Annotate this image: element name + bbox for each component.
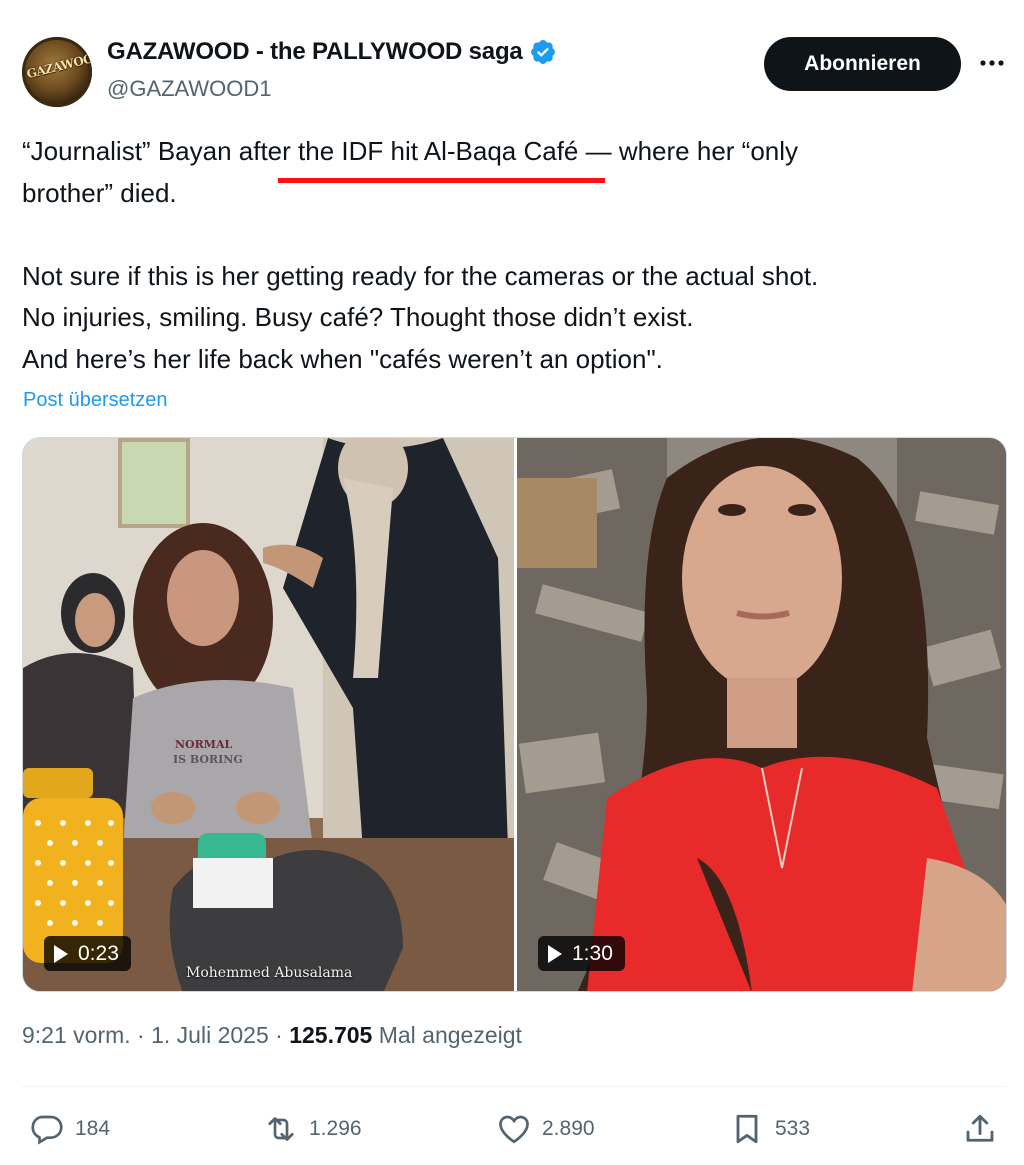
repost-icon — [268, 1117, 294, 1141]
red-underline-annotation — [278, 178, 605, 183]
tweet-line-1: “Journalist” Bayan after the IDF hit Al-… — [22, 136, 799, 166]
view-count: 125.705 — [289, 1022, 373, 1048]
bookmark-icon — [736, 1114, 758, 1144]
tweet-line-3: Not sure if this is her getting ready fo… — [22, 260, 819, 291]
repost-count: 1.296 — [309, 1117, 362, 1140]
repost-button[interactable]: 1.296 — [263, 1108, 362, 1150]
avatar-logo-text: GAZAWOOD — [25, 48, 92, 82]
video-watermark: Mohemmed Abusalama — [186, 965, 353, 981]
follow-button[interactable]: Abonnieren — [764, 37, 961, 91]
tweet-meta: 9:21 vorm. · 1. Juli 2025 · 125.705 Mal … — [22, 1022, 522, 1048]
like-icon — [499, 1115, 529, 1144]
highlighted-phrase: after the IDF hit Al-Baqa — [238, 136, 517, 166]
shirt-text-2: IS BORING — [173, 753, 243, 766]
tweet-line-5: And here’s her life back when "cafés wer… — [22, 343, 663, 374]
like-count: 2.890 — [542, 1117, 595, 1140]
share-icon — [966, 1114, 994, 1142]
video-duration-badge-2[interactable]: 1:30 — [538, 936, 625, 971]
share-button[interactable] — [962, 1108, 1008, 1150]
author-handle[interactable]: @GAZAWOOD1 — [107, 76, 272, 102]
more-options-icon[interactable] — [978, 52, 1006, 74]
tweet-text: “Journalist” Bayan after the IDF hit Al-… — [22, 131, 1002, 380]
video-2-scene — [517, 438, 1006, 991]
tweet-time[interactable]: 9:21 vorm. — [22, 1022, 131, 1048]
play-icon — [54, 944, 68, 963]
video-thumbnail-1[interactable]: NORMAL IS BORING 0:23 Mohemmed Abusalama — [23, 438, 514, 991]
tweet-date[interactable]: 1. Juli 2025 — [151, 1022, 269, 1048]
bookmark-count: 533 — [775, 1117, 811, 1140]
avatar[interactable]: GAZAWOOD — [22, 37, 92, 107]
reply-button[interactable]: 184 — [29, 1108, 110, 1150]
like-button[interactable]: 2.890 — [496, 1108, 595, 1150]
verified-badge-icon — [530, 40, 555, 64]
shirt-text-1: NORMAL — [175, 738, 232, 751]
reply-count: 184 — [75, 1117, 111, 1140]
media-grid: NORMAL IS BORING 0:23 Mohemmed Abusalama… — [22, 437, 1007, 992]
view-count-label: Mal angezeigt — [378, 1022, 522, 1048]
tweet-line-4: No injuries, smiling. Busy café? Thought… — [22, 302, 694, 332]
bookmark-button[interactable]: 533 — [729, 1108, 810, 1150]
play-icon — [548, 944, 562, 963]
divider — [22, 1086, 1007, 1087]
video-duration-badge-1[interactable]: 0:23 — [44, 936, 131, 971]
translate-post-link[interactable]: Post übersetzen — [23, 389, 168, 412]
reply-icon — [31, 1115, 63, 1145]
display-name-text: GAZAWOOD - the PALLYWOOD saga — [107, 38, 523, 65]
video-thumbnail-2[interactable]: 1:30 — [517, 438, 1006, 991]
video-1-scene: NORMAL IS BORING — [23, 438, 514, 991]
author-display-name[interactable]: GAZAWOOD - the PALLYWOOD saga — [107, 38, 557, 66]
